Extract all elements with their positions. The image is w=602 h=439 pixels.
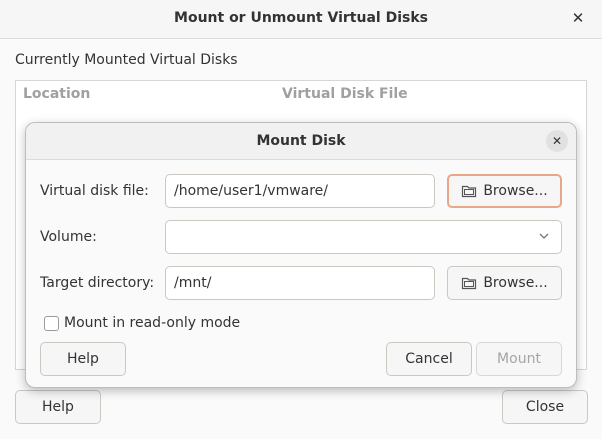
browse-label: Browse... [483,275,548,291]
folder-icon [462,277,477,290]
close-icon[interactable]: ✕ [546,130,568,152]
window-titlebar: Mount or Unmount Virtual Disks ✕ [0,0,602,39]
volume-label: Volume: [40,229,97,245]
dialog-title: Mount Disk [256,133,346,149]
chevron-down-icon [539,233,549,239]
browse-label: Browse... [483,183,548,199]
mount-button[interactable]: Mount [476,342,562,376]
folder-icon [462,185,477,198]
cancel-button[interactable]: Cancel [386,342,472,376]
volume-dropdown[interactable] [165,220,562,254]
target-directory-label: Target directory: [40,275,155,291]
close-icon[interactable]: ✕ [568,8,588,28]
outer-help-button[interactable]: Help [15,390,101,424]
browse-target-directory-button[interactable]: Browse... [447,266,562,300]
dialog-help-button[interactable]: Help [40,342,126,376]
column-header-virtual-disk-file[interactable]: Virtual Disk File [282,86,408,102]
virtual-disk-file-input[interactable] [165,174,435,208]
read-only-label[interactable]: Mount in read-only mode [64,315,240,331]
dialog-titlebar: Mount Disk ✕ [26,123,576,160]
read-only-checkbox[interactable] [44,316,59,331]
browse-disk-file-button[interactable]: Browse... [447,174,562,208]
target-directory-input[interactable] [165,266,435,300]
virtual-disk-file-label: Virtual disk file: [40,183,149,199]
mount-disk-dialog: Mount Disk ✕ Virtual disk file: Browse..… [25,122,577,388]
column-header-location[interactable]: Location [23,86,90,102]
window-title: Mount or Unmount Virtual Disks [174,10,428,26]
mounted-disks-label: Currently Mounted Virtual Disks [15,52,238,68]
outer-close-button[interactable]: Close [502,390,588,424]
